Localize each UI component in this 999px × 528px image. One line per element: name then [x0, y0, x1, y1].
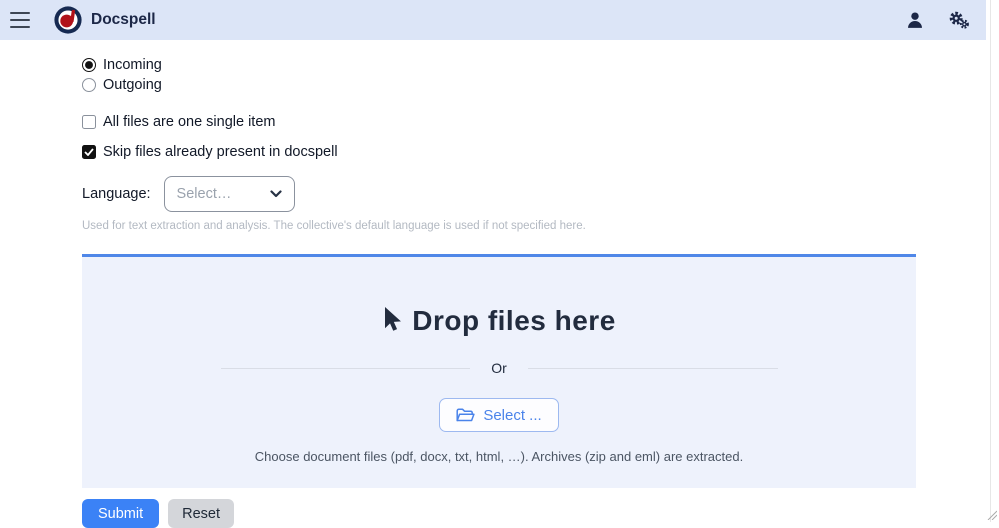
select-files-button-label: Select ... [483, 407, 541, 424]
divider-line [528, 368, 778, 369]
skip-files-checkbox-label: Skip files already present in docspell [103, 144, 338, 160]
radio-outgoing-control[interactable] [82, 78, 96, 92]
single-item-checkbox-row[interactable]: All files are one single item [82, 114, 916, 130]
single-item-checkbox[interactable] [82, 115, 96, 129]
language-label: Language: [82, 186, 151, 202]
mouse-pointer-icon [382, 307, 402, 335]
menu-icon[interactable] [10, 12, 30, 28]
app-title: Docspell [91, 11, 156, 29]
select-files-button[interactable]: Select ... [439, 398, 558, 432]
brand[interactable]: Docspell [53, 5, 156, 35]
or-divider: Or [221, 360, 778, 376]
drop-title-row: Drop files here [382, 305, 616, 337]
skip-files-checkbox-row[interactable]: Skip files already present in docspell [82, 144, 916, 160]
docspell-logo-icon [53, 5, 83, 35]
skip-files-checkbox[interactable] [82, 145, 96, 159]
or-label: Or [491, 360, 507, 376]
radio-incoming-label: Incoming [103, 57, 162, 73]
language-help-text: Used for text extraction and analysis. T… [82, 220, 916, 232]
upload-form: Incoming Outgoing All files are one sing… [82, 40, 916, 528]
form-actions: Submit Reset [82, 499, 916, 528]
settings-cogs-icon[interactable] [946, 7, 972, 33]
drop-hint: Choose document files (pdf, docx, txt, h… [255, 449, 743, 464]
reset-button[interactable]: Reset [168, 499, 234, 528]
radio-incoming[interactable]: Incoming [82, 55, 916, 75]
chevron-down-icon [270, 190, 282, 198]
language-select[interactable]: Select… [164, 176, 295, 212]
direction-radio-group: Incoming Outgoing [82, 55, 916, 95]
user-icon[interactable] [902, 7, 928, 33]
radio-outgoing-label: Outgoing [103, 77, 162, 93]
language-select-value: Select… [177, 186, 270, 202]
resize-grip[interactable] [985, 508, 997, 520]
submit-button[interactable]: Submit [82, 499, 159, 528]
single-item-checkbox-label: All files are one single item [103, 114, 275, 130]
topbar: Docspell [0, 0, 986, 40]
folder-open-icon [456, 408, 475, 423]
drop-title: Drop files here [412, 305, 616, 337]
app-viewport: Docspell [0, 0, 991, 522]
radio-outgoing[interactable]: Outgoing [82, 75, 916, 95]
radio-incoming-control[interactable] [82, 58, 96, 72]
divider-line [221, 368, 471, 369]
file-dropzone[interactable]: Drop files here Or Select ... Choose doc… [82, 254, 916, 488]
language-row: Language: Select… [82, 176, 916, 212]
